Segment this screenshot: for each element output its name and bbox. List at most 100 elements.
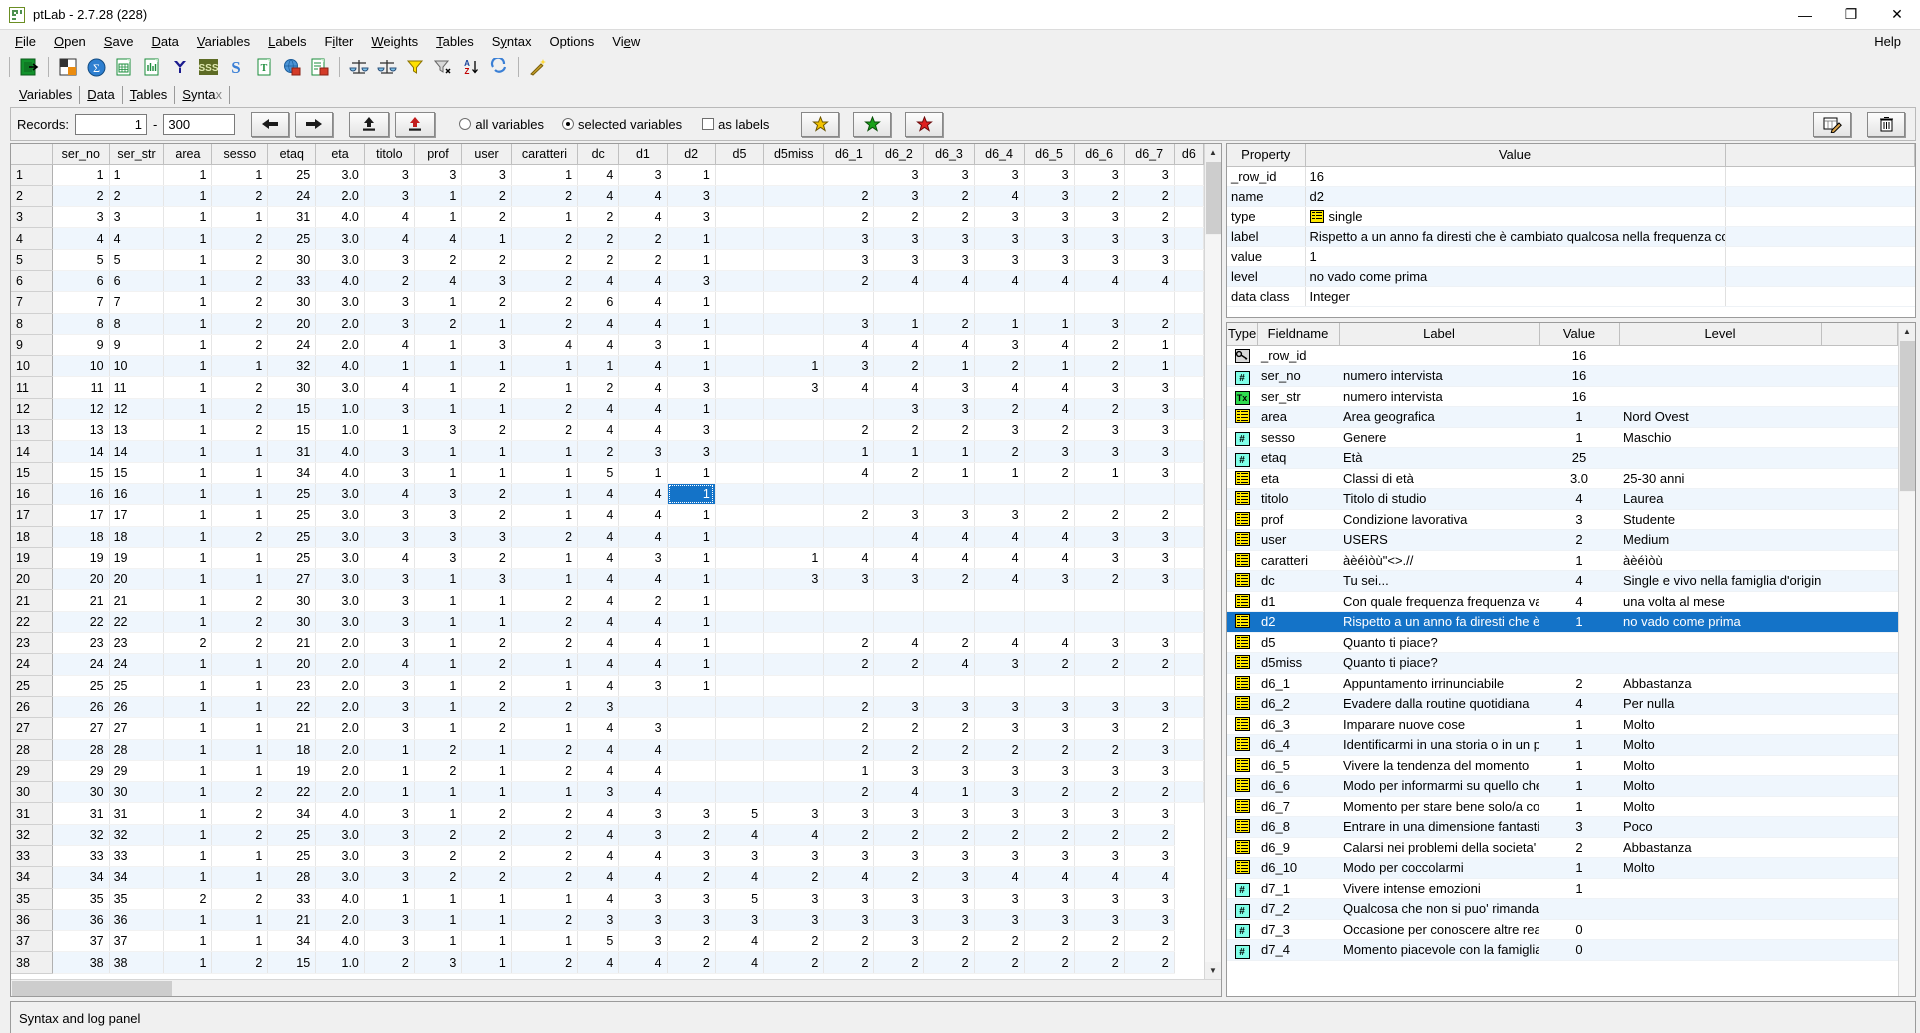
cell-d1[interactable]: 3 <box>618 888 668 910</box>
cell-user[interactable]: 1 <box>461 888 512 910</box>
field-value-cell[interactable]: 4 <box>1539 570 1619 592</box>
property-table-body[interactable]: _row_id 16 name d2 type single label Rispetto a… <box>1227 166 1915 307</box>
cell-eta[interactable]: 2.0 <box>315 334 365 357</box>
cell-dc[interactable]: 3 <box>577 696 620 719</box>
cell-d1[interactable]: 4 <box>618 951 668 974</box>
cell-sesso[interactable]: 1 <box>211 717 269 740</box>
cell-d6_7[interactable]: 3 <box>1124 398 1175 421</box>
cell-d6_6[interactable]: 3 <box>1074 632 1125 655</box>
cell-d2[interactable]: 1 <box>667 653 716 676</box>
property-row[interactable]: type single <box>1227 206 1915 227</box>
field-name-cell[interactable]: d5miss <box>1257 652 1339 674</box>
cell-d6_3[interactable]: 4 <box>923 270 975 293</box>
cell-d6_6[interactable]: 3 <box>1074 696 1125 719</box>
cell-d6_3[interactable]: 3 <box>923 376 975 399</box>
cell-d5miss[interactable] <box>763 739 825 761</box>
row-header[interactable]: 31 <box>11 802 53 825</box>
cell-d6_2[interactable]: 2 <box>873 419 925 442</box>
field-row[interactable]: d6_2 Evadere dalla routine quotidiana 4 Per… <box>1227 693 1898 715</box>
property-table[interactable]: Property Value _row_id 16 name d2 type single… <box>1227 144 1915 307</box>
cell-d1[interactable]: 4 <box>618 526 668 548</box>
field-row[interactable]: titolo Titolo di studio 4 Laurea <box>1227 488 1898 510</box>
cell-d6_3[interactable]: 2 <box>923 206 975 229</box>
field-name-cell[interactable]: user <box>1257 529 1339 551</box>
cell-d6[interactable] <box>1174 675 1204 697</box>
cell-titolo[interactable]: 4 <box>364 483 415 506</box>
field-value-cell[interactable]: 1 <box>1539 427 1619 448</box>
cell-area[interactable]: 1 <box>163 164 213 186</box>
field-value-cell[interactable]: 1 <box>1539 878 1619 899</box>
field-level-cell[interactable] <box>1619 919 1821 940</box>
cell-sesso[interactable]: 1 <box>211 909 269 932</box>
row-header[interactable]: 28 <box>11 739 53 761</box>
column-header-d5[interactable]: d5 <box>715 144 765 165</box>
cell-d5miss[interactable] <box>763 334 825 357</box>
field-level-cell[interactable] <box>1619 386 1821 407</box>
cell-d6_6[interactable]: 3 <box>1074 802 1125 825</box>
cell-etaq[interactable]: 23 <box>267 675 317 697</box>
cell-sesso[interactable]: 2 <box>211 419 269 442</box>
favorite-green-button[interactable] <box>853 111 892 137</box>
field-level-cell[interactable]: Per nulla <box>1619 693 1821 715</box>
field-label-cell[interactable]: numero intervista <box>1339 386 1539 407</box>
cell-caratteri[interactable]: 2 <box>511 611 579 634</box>
field-row[interactable]: d2Rispetto a un anno fa diresti che è ca… <box>1227 611 1898 633</box>
cell-d5[interactable] <box>715 611 765 634</box>
cell-d6_1[interactable]: 2 <box>823 632 875 655</box>
row-header[interactable]: 6 <box>11 270 53 293</box>
cell-d6_2[interactable]: 3 <box>873 185 925 208</box>
cell-d5miss[interactable] <box>763 589 825 612</box>
cell-d5[interactable]: 4 <box>715 824 765 847</box>
text-file-icon[interactable]: T <box>252 55 276 79</box>
cell-d6[interactable] <box>1174 739 1204 761</box>
cell-etaq[interactable]: 15 <box>267 951 317 974</box>
cell-user[interactable]: 1 <box>461 462 512 484</box>
cell-dc[interactable]: 4 <box>577 313 620 335</box>
cell-sesso[interactable]: 2 <box>211 334 269 357</box>
cell-d5[interactable] <box>715 313 765 335</box>
cell-ser_no[interactable]: 22 <box>52 611 110 634</box>
cell-user[interactable]: 2 <box>461 717 512 740</box>
cell-d6_1[interactable]: 2 <box>823 824 875 847</box>
cell-prof[interactable]: 1 <box>414 440 463 463</box>
cell-d1[interactable]: 3 <box>618 824 668 847</box>
cell-d6_7[interactable]: 3 <box>1124 760 1175 783</box>
cell-sesso[interactable]: 1 <box>211 547 269 570</box>
cell-d6_4[interactable]: 3 <box>974 845 1025 868</box>
cell-caratteri[interactable]: 2 <box>511 824 579 847</box>
cell-d6_6[interactable]: 3 <box>1074 227 1125 250</box>
cell-eta[interactable]: 2.0 <box>315 313 365 335</box>
cell-d6_4[interactable]: 4 <box>974 270 1025 293</box>
table-row[interactable]: 29 29 29 1 1 19 2.0 1 2 1 2 4 4 1 3 3 3 3 3 3 <box>11 760 1204 783</box>
cell-d6_3[interactable]: 4 <box>923 334 975 357</box>
cell-d6_3[interactable]: 2 <box>923 824 975 847</box>
cell-etaq[interactable]: 30 <box>267 376 317 399</box>
cell-d1[interactable]: 4 <box>618 845 668 868</box>
cell-d6_4[interactable] <box>974 483 1025 506</box>
cell-etaq[interactable]: 30 <box>267 589 317 612</box>
cell-d2[interactable]: 3 <box>667 376 716 399</box>
cell-d6_1[interactable]: 3 <box>823 888 875 910</box>
cell-d5[interactable] <box>715 760 765 783</box>
field-value-cell[interactable]: 1 <box>1539 775 1619 797</box>
cell-d6_6[interactable]: 2 <box>1074 334 1125 357</box>
cell-ser_no[interactable]: 38 <box>52 951 110 974</box>
row-header[interactable]: 15 <box>11 462 53 484</box>
cell-d6_7[interactable] <box>1124 611 1175 634</box>
cell-ser_no[interactable]: 32 <box>52 824 110 847</box>
cell-prof[interactable]: 1 <box>414 717 463 740</box>
cell-eta[interactable]: 2.0 <box>315 717 365 740</box>
cell-d6_3[interactable]: 3 <box>923 227 975 250</box>
row-header[interactable]: 26 <box>11 696 53 719</box>
data-grid[interactable]: ser_no ser_str area sesso etaq eta titolo prof u… <box>11 144 1204 974</box>
cell-d5[interactable] <box>715 355 765 378</box>
cell-ser_no[interactable]: 7 <box>52 291 110 314</box>
field-level-cell[interactable]: Single e vivo nella famiglia d'origine <box>1619 570 1821 592</box>
cell-d2[interactable]: 1 <box>667 398 716 421</box>
cell-d6_7[interactable]: 3 <box>1124 739 1175 761</box>
table-row[interactable]: 3 3 3 1 1 31 4.0 4 1 2 1 2 4 3 2 2 2 3 3 3 2 <box>11 206 1204 229</box>
cell-d6_6[interactable] <box>1074 291 1125 314</box>
cell-ser_str[interactable]: 9 <box>109 334 165 357</box>
cell-d5[interactable] <box>715 526 765 548</box>
field-vscroll-thumb[interactable] <box>1899 341 1915 491</box>
